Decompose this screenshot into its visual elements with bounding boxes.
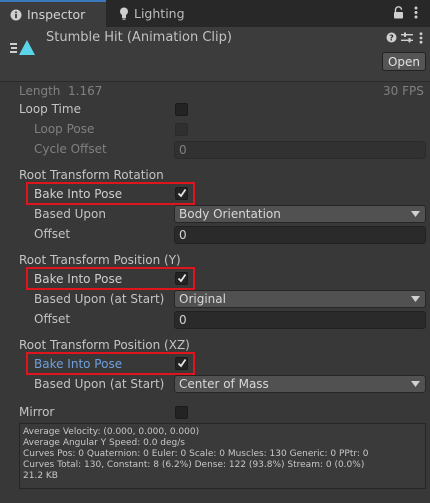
animation-clip-icon	[10, 39, 36, 60]
position-xz-based-upon-dropdown[interactable]: Center of Mass	[174, 375, 426, 393]
root-position-y-title: Root Transform Position (Y)	[19, 253, 181, 267]
rotation-offset-label: Offset	[34, 227, 71, 241]
clip-stats-panel: Average Velocity: (0.000, 0.000, 0.000) …	[19, 423, 426, 489]
tab-inspector[interactable]: Inspector	[0, 0, 106, 27]
tab-bar: Inspector Lighting	[0, 0, 430, 27]
cycle-offset-field: 0	[174, 141, 426, 159]
chevron-down-icon	[411, 381, 420, 387]
position-xz-bake-checkbox[interactable]	[175, 357, 188, 370]
chevron-down-icon	[411, 296, 420, 302]
position-xz-bake-label: Bake Into Pose	[34, 357, 123, 371]
info-icon	[10, 9, 22, 21]
checkmark-icon	[177, 188, 187, 198]
position-xz-based-upon-value: Center of Mass	[179, 377, 269, 391]
rotation-based-upon-value: Body Orientation	[179, 207, 281, 221]
stats-line: 21.2 KB	[23, 471, 58, 481]
chevron-down-icon	[411, 211, 420, 217]
open-button[interactable]: Open	[382, 52, 426, 71]
loop-time-label: Loop Time	[19, 102, 81, 116]
rotation-based-upon-dropdown[interactable]: Body Orientation	[174, 205, 426, 223]
stats-line: Average Angular Y Speed: 0.0 deg/s	[23, 438, 185, 448]
lightbulb-icon	[119, 7, 129, 20]
tab-inspector-label: Inspector	[27, 7, 86, 22]
loop-time-checkbox[interactable]	[175, 103, 188, 116]
clip-title: Stumble Hit (Animation Clip)	[46, 30, 232, 45]
svg-text:?: ?	[389, 34, 394, 43]
position-xz-based-upon-label: Based Upon (at Start)	[34, 377, 165, 391]
position-y-based-upon-dropdown[interactable]: Original	[174, 290, 426, 308]
more-icon[interactable]	[414, 6, 418, 22]
lock-icon[interactable]	[393, 6, 404, 22]
inspector-header: Stumble Hit (Animation Clip) ? Open	[0, 27, 430, 82]
loop-pose-label: Loop Pose	[34, 122, 95, 136]
length-value: 1.167	[68, 84, 103, 98]
rotation-bake-label: Bake Into Pose	[34, 187, 123, 201]
rotation-offset-field[interactable]: 0	[174, 226, 426, 244]
loop-pose-checkbox	[175, 123, 188, 136]
cycle-offset-label: Cycle Offset	[34, 142, 107, 156]
settings-icon[interactable]	[401, 32, 413, 46]
stats-line: Average Velocity: (0.000, 0.000, 0.000)	[23, 427, 200, 437]
tab-lighting[interactable]: Lighting	[108, 0, 185, 27]
stats-line: Curves Total: 130, Constant: 8 (6.2%) De…	[23, 460, 365, 470]
tab-lighting-label: Lighting	[134, 6, 185, 21]
position-y-offset-field[interactable]: 0	[174, 311, 426, 329]
fps-value: 30 FPS	[383, 84, 424, 98]
help-icon[interactable]: ?	[386, 32, 397, 46]
mirror-label: Mirror	[19, 405, 55, 419]
length-label: Length	[19, 84, 61, 98]
root-rotation-title: Root Transform Rotation	[19, 168, 164, 182]
position-y-offset-label: Offset	[34, 312, 71, 326]
checkmark-icon	[177, 273, 187, 283]
position-y-bake-label: Bake Into Pose	[34, 272, 123, 286]
position-y-based-upon-value: Original	[179, 292, 226, 306]
rotation-bake-checkbox[interactable]	[175, 187, 188, 200]
checkmark-icon	[177, 358, 187, 368]
root-position-xz-title: Root Transform Position (XZ)	[19, 338, 190, 352]
stats-line: Curves Pos: 0 Quaternion: 0 Euler: 0 Sca…	[23, 449, 369, 459]
position-y-based-upon-label: Based Upon (at Start)	[34, 292, 165, 306]
rotation-based-upon-label: Based Upon	[34, 207, 106, 221]
more-icon[interactable]	[419, 32, 423, 47]
mirror-checkbox[interactable]	[175, 406, 188, 419]
position-y-bake-checkbox[interactable]	[175, 272, 188, 285]
